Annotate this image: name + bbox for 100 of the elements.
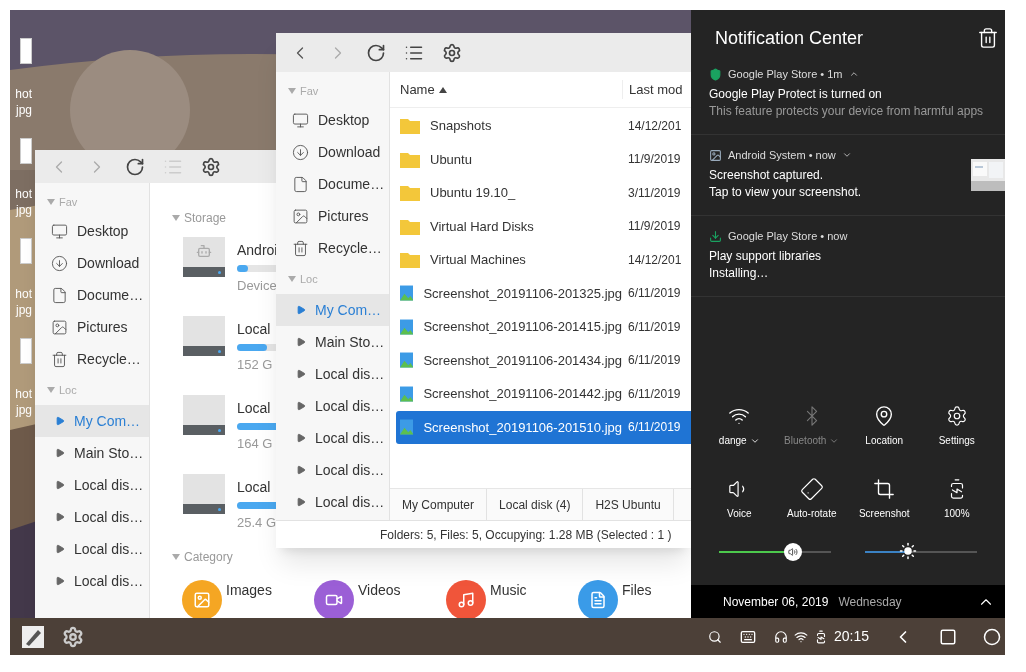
file-row[interactable]: Ubuntu 11/9/2019 <box>396 142 691 176</box>
file-row[interactable]: Virtual Hard Disks 11/9/2019 <box>396 209 691 243</box>
sidebar-item[interactable]: Local dis… <box>276 358 389 390</box>
file-row[interactable]: Virtual Machines 14/12/201 <box>396 243 691 277</box>
file-name: Ubuntu 19.10_ <box>430 184 516 202</box>
file-name: Snapshots <box>430 117 492 135</box>
file-name: Virtual Machines <box>430 251 526 269</box>
settings-icon[interactable] <box>201 156 221 177</box>
volume-slider[interactable] <box>719 543 831 561</box>
notification-text: Installing… <box>709 265 770 282</box>
expand-icon[interactable] <box>841 150 852 160</box>
expand-icon <box>296 465 306 475</box>
file-row[interactable]: Screenshot_20191106-201415.jpg 6/11/2019 <box>396 310 691 344</box>
sidebar-item[interactable]: Local dis… <box>276 422 389 454</box>
icon-label: hot <box>15 386 32 402</box>
quick-setting-tile[interactable]: Location <box>848 405 921 448</box>
quick-setting-tile[interactable]: Voice <box>703 478 776 521</box>
notification-text: This feature protects your device from harmful apps <box>709 103 985 120</box>
quick-setting-tile[interactable]: Auto-rotate <box>775 478 848 521</box>
refresh-icon[interactable] <box>366 42 386 63</box>
sidebar-item[interactable]: Local dis… <box>35 533 149 565</box>
modified-date: 11/9/2019 <box>627 218 681 236</box>
quick-setting-tile[interactable]: Bluetooth <box>775 405 848 448</box>
sidebar-item[interactable]: Pictures <box>276 200 389 232</box>
sidebar-item[interactable]: Download <box>35 247 149 279</box>
search-icon[interactable] <box>707 629 722 644</box>
panel-title: Notification Center <box>715 26 864 50</box>
section-header: Fav <box>59 194 78 210</box>
sidebar-item[interactable]: Recycle… <box>276 232 389 264</box>
sidebar-item[interactable]: Main Sto… <box>35 437 149 469</box>
sidebar-item[interactable]: Pictures <box>35 311 149 343</box>
breadcrumb-item[interactable]: H2S Ubuntu <box>583 489 674 520</box>
drive-icon <box>183 237 225 277</box>
file-row[interactable]: Ubuntu 19.10_ 3/11/2019 <box>396 176 691 210</box>
notification-source: Android System • now <box>728 147 836 163</box>
file-row[interactable]: Snapshots 14/12/201 <box>396 109 691 143</box>
sidebar-item[interactable]: Local dis… <box>35 565 149 597</box>
sidebar-item[interactable]: Recycle… <box>35 343 149 375</box>
sidebar-item[interactable]: Local dis… <box>276 454 389 486</box>
settings-icon[interactable] <box>442 42 462 63</box>
icon-label: hot <box>15 186 32 202</box>
refresh-icon[interactable] <box>125 156 145 177</box>
quick-setting-tile[interactable]: Screenshot <box>848 478 921 521</box>
category-item[interactable]: Images <box>182 580 314 618</box>
section-header: Category <box>184 549 233 566</box>
column-header[interactable]: Name <box>390 79 622 100</box>
home-icon[interactable] <box>983 627 1001 646</box>
modified-date: 6/11/2019 <box>627 285 681 303</box>
sidebar-item[interactable]: Docume… <box>276 168 389 200</box>
collapse-icon <box>288 276 296 282</box>
trash-icon[interactable] <box>977 27 999 49</box>
notification-card[interactable]: Google Play Store • 1m Google Play Protect is turned on This feature protects your device from harmful apps <box>691 54 1005 135</box>
keyboard-icon[interactable] <box>739 628 756 645</box>
modified-date: 6/11/2019 <box>627 385 681 403</box>
document-icon <box>292 175 309 193</box>
column-header[interactable]: Last mod <box>622 79 683 100</box>
expand-icon <box>55 544 65 554</box>
quick-setting-tile[interactable]: dange <box>703 405 776 448</box>
sidebar-item[interactable]: Local dis… <box>276 486 389 518</box>
wifi-icon[interactable] <box>793 629 808 644</box>
file-row[interactable]: Screenshot_20191106-201325.jpg 6/11/2019 <box>396 276 691 310</box>
slider-thumb[interactable] <box>898 542 917 560</box>
recents-icon[interactable] <box>939 627 957 646</box>
modified-date: 6/11/2019 <box>627 318 681 336</box>
notification-card[interactable]: Google Play Store • now Play support libraries Installing… <box>691 216 1005 297</box>
expand-icon <box>55 512 65 522</box>
app-icon[interactable] <box>22 625 44 648</box>
date-text: November 06, 2019 <box>723 593 829 611</box>
notification-source: Google Play Store • 1m <box>728 66 843 82</box>
sidebar-item[interactable]: Docume… <box>35 279 149 311</box>
brightness-slider[interactable] <box>865 543 977 561</box>
slider-thumb[interactable] <box>783 543 802 561</box>
expand-icon <box>296 369 306 379</box>
breadcrumb-item[interactable]: My Computer <box>390 489 488 520</box>
sidebar-item[interactable]: Main Sto… <box>276 326 389 358</box>
category-item[interactable]: Music <box>446 580 578 618</box>
notification-card[interactable]: Android System • now Screenshot captured. Tap to view your screenshot. <box>691 135 1005 216</box>
category-item[interactable]: Files <box>578 580 710 618</box>
quick-setting-tile[interactable]: 100% <box>920 478 993 521</box>
sidebar-item[interactable]: Desktop <box>35 215 149 247</box>
file-row[interactable]: Screenshot_20191106-201510.jpg 6/11/2019 <box>396 410 691 444</box>
file-name: Screenshot_20191106-201415.jpg <box>423 318 622 336</box>
quick-setting-tile[interactable]: Settings <box>920 405 993 448</box>
breadcrumb-item[interactable]: Local disk (4) <box>487 489 584 520</box>
folder-icon <box>400 217 420 235</box>
category-item[interactable]: Videos <box>314 580 446 618</box>
section-header: Loc <box>59 382 77 398</box>
sidebar-item[interactable]: Local dis… <box>276 390 389 422</box>
sidebar-item[interactable]: Desktop <box>276 104 389 136</box>
collapse-icon <box>47 387 55 393</box>
clock[interactable]: 20:15 <box>833 626 869 647</box>
expand-icon <box>296 337 306 347</box>
sidebar-item[interactable]: Local dis… <box>35 469 149 501</box>
file-row[interactable]: Screenshot_20191106-201434.jpg 6/11/2019 <box>396 343 691 377</box>
sidebar-item[interactable]: Local dis… <box>35 501 149 533</box>
headphones-icon[interactable] <box>773 629 788 644</box>
sidebar-item[interactable]: Download <box>276 136 389 168</box>
shield-icon <box>709 67 722 81</box>
file-row[interactable]: Screenshot_20191106-201442.jpg 6/11/2019 <box>396 377 691 411</box>
collapse-icon <box>288 88 296 94</box>
